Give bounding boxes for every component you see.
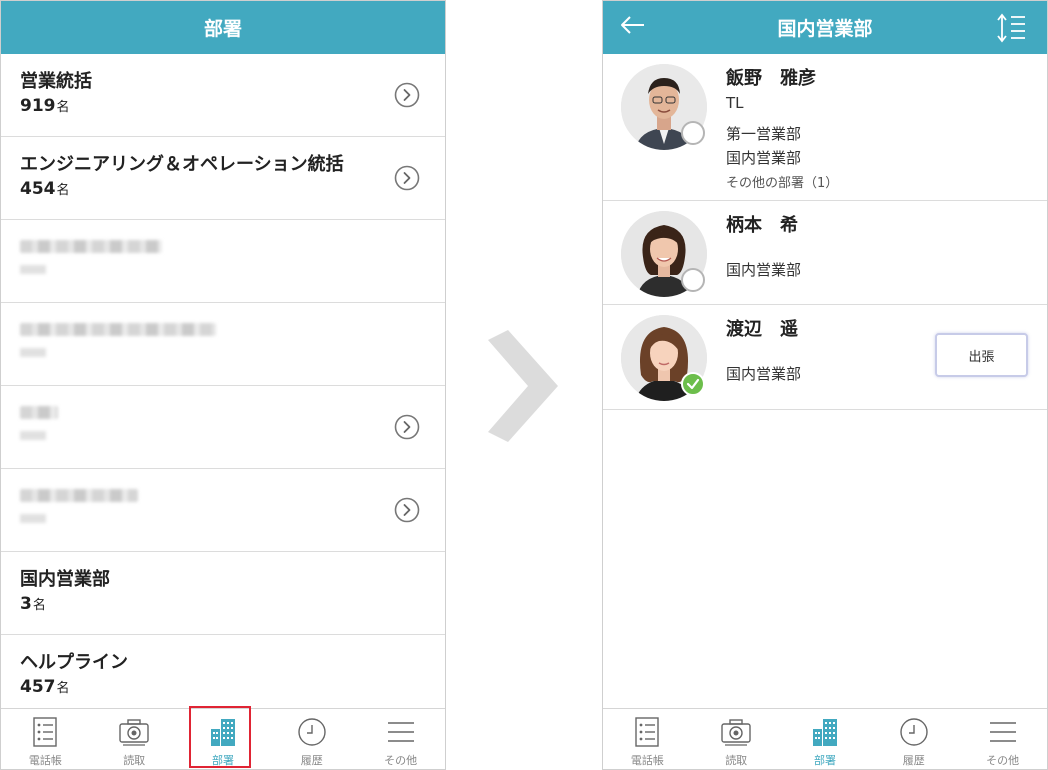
building-icon — [812, 719, 837, 746]
tab-bar: 電話帳 読取 部署 履歴 その他 — [603, 708, 1047, 769]
member-other-depts[interactable]: その他の部署（1） — [726, 172, 838, 191]
tab-department[interactable]: 部署 — [781, 709, 870, 769]
menu-icon — [989, 722, 1016, 742]
member-name: 柄本 希 — [726, 215, 798, 236]
tab-more[interactable]: その他 — [356, 709, 445, 769]
tab-label: その他 — [384, 754, 418, 767]
tab-phonebook[interactable]: 電話帳 — [603, 709, 692, 769]
chevron-right-icon[interactable] — [394, 414, 420, 440]
department-item[interactable]: 国内営業部 3名 — [1, 552, 445, 635]
back-arrow-icon[interactable] — [617, 11, 649, 43]
menu-icon — [387, 722, 414, 742]
count-value: 454 — [20, 179, 56, 199]
phonebook-icon — [33, 717, 58, 747]
camera-icon — [721, 719, 751, 746]
department-name: 営業統括 — [20, 71, 92, 92]
count-unit: 名 — [56, 183, 70, 198]
redacted-count — [20, 431, 46, 440]
department-item[interactable]: エンジニアリング＆オペレーション統括 454名 — [1, 137, 445, 220]
status-online-indicator — [681, 372, 705, 396]
chevron-right-icon[interactable] — [394, 82, 420, 108]
member-list: 飯野 雅彦 TL 第一営業部 国内営業部 その他の部署（1） 柄本 希 国内営業… — [603, 54, 1047, 410]
redacted-count — [20, 514, 46, 523]
header-bar: 部署 — [1, 1, 445, 54]
tab-label: 部署 — [211, 754, 234, 767]
member-row[interactable]: 柄本 希 国内営業部 — [603, 201, 1047, 305]
tab-history[interactable]: 履歴 — [267, 709, 356, 769]
department-count: 454名 — [20, 178, 445, 202]
member-name: 渡辺 遥 — [726, 319, 798, 340]
transition-arrow-icon — [488, 330, 558, 442]
business-trip-badge: 出張 — [935, 333, 1028, 377]
tab-label: 履歴 — [300, 754, 323, 767]
department-item[interactable]: 営業統括 919名 — [1, 54, 445, 137]
member-dept: 国内営業部 — [726, 261, 802, 279]
status-offline-indicator — [681, 121, 705, 145]
tab-department[interactable]: 部署 — [179, 709, 268, 769]
count-unit: 名 — [56, 100, 70, 115]
count-value: 457 — [20, 677, 56, 697]
department-item[interactable]: ヘルプライン 457名 — [1, 635, 445, 718]
member-dept: 国内営業部 — [726, 149, 802, 167]
department-name: エンジニアリング＆オペレーション統括 — [20, 154, 344, 175]
tab-scan[interactable]: 読取 — [90, 709, 179, 769]
tab-label: 電話帳 — [630, 754, 664, 767]
chevron-right-icon[interactable] — [394, 497, 420, 523]
department-item-redacted[interactable] — [1, 220, 445, 303]
sort-icon[interactable] — [995, 13, 1027, 43]
redacted-name — [20, 489, 138, 502]
camera-icon — [119, 719, 149, 746]
tab-label: 電話帳 — [28, 754, 62, 767]
member-name: 飯野 雅彦 — [726, 68, 816, 89]
phonebook-icon — [635, 717, 660, 747]
department-count: 3名 — [20, 593, 445, 617]
tab-label: 履歴 — [902, 754, 925, 767]
member-dept: 第一営業部 — [726, 125, 802, 143]
tab-more[interactable]: その他 — [958, 709, 1047, 769]
page-title: 国内営業部 — [777, 18, 873, 40]
chevron-right-icon[interactable] — [394, 165, 420, 191]
count-unit: 名 — [56, 681, 70, 696]
clock-icon — [298, 718, 326, 746]
redacted-count — [20, 348, 46, 357]
member-dept: 国内営業部 — [726, 365, 802, 383]
check-icon — [686, 378, 700, 390]
redacted-count — [20, 265, 46, 274]
department-count: 457名 — [20, 676, 445, 700]
building-icon — [210, 719, 235, 746]
status-offline-indicator — [681, 268, 705, 292]
department-screen: 部署 営業統括 919名 エンジニアリング＆オペレーション統括 454名 国内営… — [0, 0, 446, 770]
department-count: 919名 — [20, 95, 445, 119]
clock-icon — [900, 718, 928, 746]
member-row[interactable]: 飯野 雅彦 TL 第一営業部 国内営業部 その他の部署（1） — [603, 54, 1047, 201]
tab-label: 部署 — [813, 754, 836, 767]
redacted-name — [20, 406, 58, 419]
tab-history[interactable]: 履歴 — [869, 709, 958, 769]
department-list: 営業統括 919名 エンジニアリング＆オペレーション統括 454名 国内営業部 … — [1, 54, 445, 718]
member-title: TL — [726, 94, 744, 112]
department-name: ヘルプライン — [20, 652, 128, 673]
count-unit: 名 — [32, 598, 46, 613]
tab-bar: 電話帳 読取 部署 履歴 その他 — [1, 708, 445, 769]
header-bar: 国内営業部 — [603, 1, 1047, 54]
tab-scan[interactable]: 読取 — [692, 709, 781, 769]
department-item-redacted[interactable] — [1, 469, 445, 552]
tab-label: その他 — [986, 754, 1020, 767]
department-name: 国内営業部 — [20, 569, 110, 590]
department-members-screen: 国内営業部 飯野 雅彦 TL 第一営業部 国内営業部 その他の部署（1） 柄本 … — [602, 0, 1048, 770]
tab-label: 読取 — [725, 754, 748, 767]
member-row[interactable]: 渡辺 遥 国内営業部 出張 — [603, 305, 1047, 410]
count-value: 3 — [20, 594, 32, 614]
redacted-name — [20, 323, 216, 336]
tab-phonebook[interactable]: 電話帳 — [1, 709, 90, 769]
count-value: 919 — [20, 96, 56, 116]
tab-label: 読取 — [123, 754, 146, 767]
page-title: 部署 — [203, 18, 242, 40]
department-item-redacted[interactable] — [1, 303, 445, 386]
redacted-name — [20, 240, 162, 253]
department-item-redacted[interactable] — [1, 386, 445, 469]
